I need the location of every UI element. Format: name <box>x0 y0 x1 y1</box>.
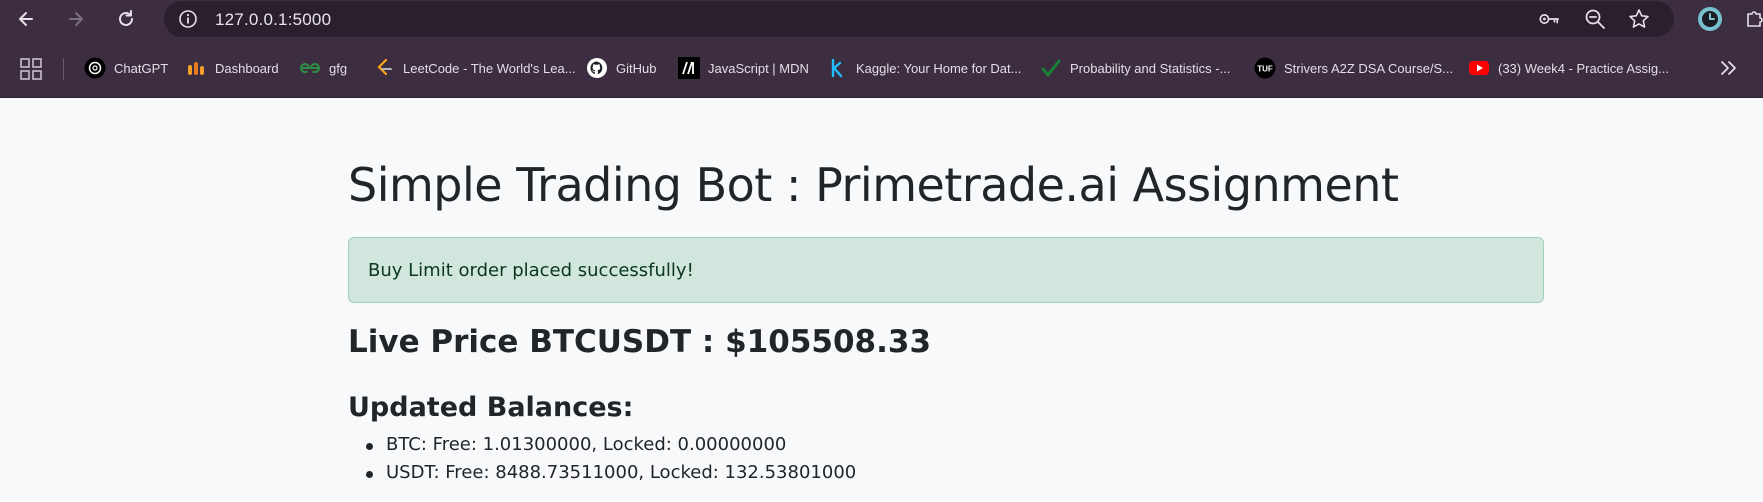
bookmarks-bar: ChatGPT Dashboard gfg LeetCode - The Wor… <box>0 38 1763 98</box>
zoom-icon[interactable] <box>1584 8 1606 30</box>
bookmark-label: GitHub <box>616 60 657 76</box>
bookmarks-separator <box>63 58 64 80</box>
bookmark-leetcode[interactable]: LeetCode - The World's Lea... <box>373 56 576 80</box>
key-icon[interactable] <box>1538 8 1560 30</box>
gfg-icon <box>299 57 321 79</box>
bookmark-label: Dashboard <box>215 60 279 76</box>
chevron-double-right-icon[interactable] <box>1718 57 1740 79</box>
browser-toolbar: 127.0.0.1:5000 <box>0 0 1763 38</box>
leetcode-icon <box>373 57 395 79</box>
bookmark-strivers[interactable]: TUF Strivers A2Z DSA Course/S... <box>1254 56 1453 80</box>
chatgpt-icon <box>84 57 106 79</box>
tuf-icon: TUF <box>1254 57 1276 79</box>
dashboard-icon <box>185 57 207 79</box>
bookmark-youtube[interactable]: (33) Week4 - Practice Assig... <box>1468 56 1669 80</box>
bookmark-github[interactable]: GitHub <box>586 56 656 80</box>
bookmark-label: Kaggle: Your Home for Dat... <box>856 60 1022 76</box>
check-icon <box>1040 57 1062 79</box>
github-icon <box>586 57 608 79</box>
mdn-icon <box>678 57 700 79</box>
forward-icon[interactable] <box>63 6 89 32</box>
apps-grid-icon[interactable] <box>20 58 42 80</box>
balances-list: BTC: Free: 1.01300000, Locked: 0.0000000… <box>348 434 856 490</box>
address-bar[interactable]: 127.0.0.1:5000 <box>164 1 1674 37</box>
alert-message: Buy Limit order placed successfully! <box>368 260 694 281</box>
kaggle-icon <box>826 57 848 79</box>
bookmark-label: LeetCode - The World's Lea... <box>403 60 576 76</box>
bookmark-kaggle[interactable]: Kaggle: Your Home for Dat... <box>826 56 1021 80</box>
bookmark-label: Strivers A2Z DSA Course/S... <box>1284 60 1454 76</box>
bookmark-label: ChatGPT <box>114 60 169 76</box>
back-icon[interactable] <box>13 6 39 32</box>
url-text[interactable]: 127.0.0.1:5000 <box>215 10 331 30</box>
bookmark-label: gfg <box>329 60 348 76</box>
star-icon[interactable] <box>1628 8 1650 30</box>
bookmark-chatgpt[interactable]: ChatGPT <box>84 56 168 80</box>
page-title: Simple Trading Bot : Primetrade.ai Assig… <box>348 158 1399 212</box>
bookmark-mdn[interactable]: JavaScript | MDN <box>678 56 809 80</box>
bookmark-gfg[interactable]: gfg <box>299 56 347 80</box>
success-alert: Buy Limit order placed successfully! <box>348 237 1544 303</box>
bookmark-dashboard[interactable]: Dashboard <box>185 56 279 80</box>
bookmark-label: JavaScript | MDN <box>708 60 809 76</box>
extension-icon[interactable] <box>1744 8 1763 30</box>
bookmark-label: Probability and Statistics -... <box>1070 60 1231 76</box>
youtube-icon <box>1468 57 1490 79</box>
profile-icon[interactable] <box>1698 7 1722 31</box>
bookmark-label: (33) Week4 - Practice Assig... <box>1498 60 1669 76</box>
reload-icon[interactable] <box>113 6 139 32</box>
live-price-heading: Live Price BTCUSDT : $105508.33 <box>348 324 932 360</box>
svg-text:TUF: TUF <box>1257 65 1273 74</box>
balance-item-usdt: USDT: Free: 8488.73511000, Locked: 132.5… <box>348 462 856 490</box>
balance-item-btc: BTC: Free: 1.01300000, Locked: 0.0000000… <box>348 434 856 462</box>
bookmark-probability[interactable]: Probability and Statistics -... <box>1040 56 1230 80</box>
info-icon[interactable] <box>178 9 198 29</box>
balances-heading: Updated Balances: <box>348 392 634 423</box>
